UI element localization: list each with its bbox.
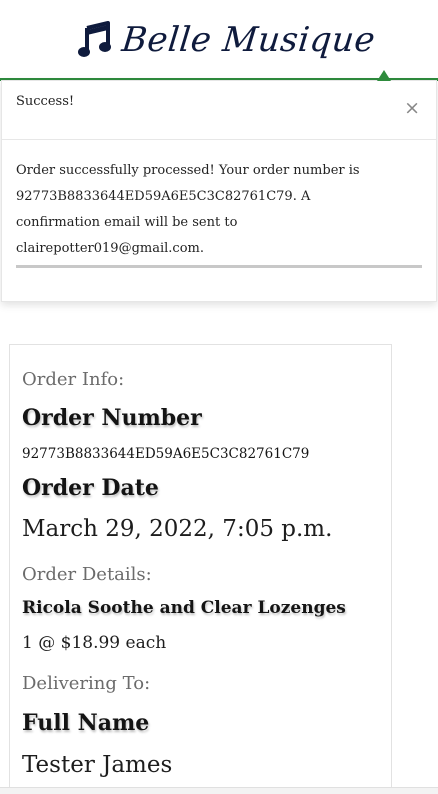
toast-message-line: 92773B8833644ED59A6E5C3C82761C79. A xyxy=(16,189,311,204)
toast-message-line: Order successfully processed! Your order… xyxy=(16,163,360,178)
order-info-heading: Order Info: xyxy=(22,369,125,390)
toast-message-line: clairepotter019@gmail.com. xyxy=(16,241,204,256)
toast-message: Order successfully processed! Your order… xyxy=(16,158,420,262)
order-item-quantity: 1 @ $18.99 each xyxy=(22,633,167,653)
order-date-value: March 29, 2022, 7:05 p.m. xyxy=(22,516,333,542)
site-header: Belle Musique xyxy=(0,0,438,81)
brand-logo[interactable]: Belle Musique xyxy=(78,20,378,60)
toast-pointer xyxy=(377,70,391,81)
close-icon[interactable]: × xyxy=(404,99,420,118)
order-number-label: Order Number xyxy=(22,405,202,431)
order-number-value: 92773B8833644ED59A6E5C3C82761C79 xyxy=(22,446,310,462)
order-item-name: Ricola Soothe and Clear Lozenges xyxy=(22,598,346,618)
toast-header: Success! × xyxy=(2,81,436,140)
toast-progress-bar xyxy=(16,265,422,268)
success-toast: Success! × Order successfully processed!… xyxy=(1,70,437,302)
order-details-heading: Order Details: xyxy=(22,564,152,585)
delivery-heading: Delivering To: xyxy=(22,673,151,694)
full-name-value: Tester James xyxy=(22,752,173,778)
full-name-label: Full Name xyxy=(22,710,150,736)
brand-name: Belle Musique xyxy=(119,20,378,60)
checkout-success-page: Belle Musique Success! × Order successfu… xyxy=(0,0,438,794)
bottom-scroll-edge xyxy=(0,787,438,794)
order-info-card: Order Info: Order Number 92773B8833644ED… xyxy=(9,344,392,794)
toast-message-line: confirmation email will be sent to xyxy=(16,215,238,230)
toast-title: Success! xyxy=(16,94,75,109)
order-date-label: Order Date xyxy=(22,475,159,501)
music-note-icon xyxy=(78,21,111,57)
